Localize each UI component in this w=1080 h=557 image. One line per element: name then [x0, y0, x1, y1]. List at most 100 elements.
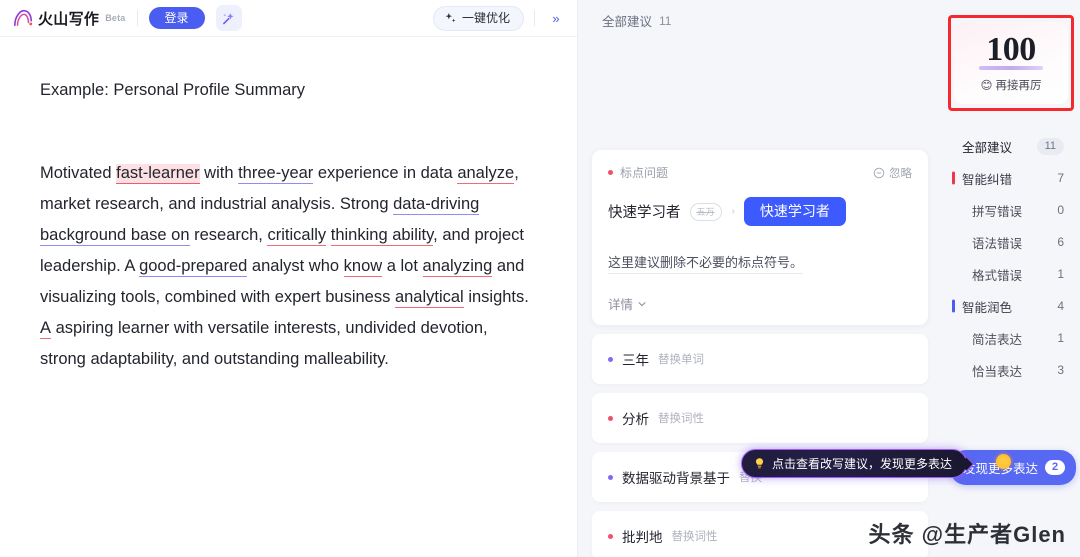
item-dot-icon: [608, 415, 613, 421]
row-label: 全部建议: [962, 140, 1013, 155]
beta-tag: Beta: [105, 13, 126, 23]
top-toolbar: 火山写作 Beta 登录 一键优化 »: [0, 0, 577, 37]
one-click-optimize-button[interactable]: 一键优化: [432, 5, 524, 31]
ignore-button[interactable]: 忽略: [873, 165, 912, 181]
row-label: 拼写错误: [972, 204, 1023, 219]
ignore-label: 忽略: [889, 167, 912, 180]
watermark-handle: @生产者Glen: [921, 522, 1066, 547]
card-details-toggle[interactable]: 详情: [608, 294, 912, 313]
sidebar-item-smart-correction[interactable]: 智能纠错 7: [942, 162, 1080, 194]
row-label: 简洁表达: [972, 332, 1023, 347]
item-kind: 替换词性: [658, 413, 704, 426]
row-count: 7: [1057, 171, 1064, 185]
card-header-row: 标点问题 忽略: [608, 164, 912, 181]
score-caption-row: 😊 再接再厉: [954, 77, 1068, 93]
suggestion-list[interactable]: 标点问题 忽略 快速学习者 五万 › 快速学习者 这里建议删除不必要的标点符号。…: [578, 40, 942, 557]
lightbulb-icon: [755, 458, 764, 469]
sidebar-item-grammar-errors[interactable]: 语法错误 6: [942, 226, 1080, 258]
mark-fast-learner[interactable]: fast-learner: [116, 164, 200, 184]
optimize-label: 一键优化: [461, 11, 510, 25]
mark-critically[interactable]: critically: [267, 226, 327, 246]
mark-thinking-ability[interactable]: thinking ability: [330, 226, 434, 246]
row-count: 1: [1057, 267, 1064, 281]
mark-analyzing[interactable]: analyzing: [422, 257, 493, 277]
editor-pane: 火山写作 Beta 登录 一键优化 » Example: Personal Pr…: [0, 0, 578, 557]
sidebar-item-format-errors[interactable]: 格式错误 1: [942, 258, 1080, 290]
category-list: 全部建议 11 智能纠错 7 拼写错误 0 语法错误 6 格式错误 1 智能润色…: [942, 130, 1080, 386]
mark-analyze[interactable]: analyze: [457, 164, 515, 184]
score-card-wrapper: 100 😊 再接再厉: [948, 15, 1074, 111]
brand-logo: 火山写作 Beta: [12, 8, 126, 29]
row-count-pill: 11: [1036, 137, 1064, 155]
text-run: with: [199, 164, 239, 182]
sparkle-icon: [445, 12, 456, 22]
item-dot-icon: [608, 533, 613, 539]
score-underline-decor: [979, 66, 1043, 70]
mark-know[interactable]: know: [343, 257, 383, 277]
toolbar-right-group: 一键优化 »: [432, 5, 567, 31]
row-label: 智能润色: [962, 300, 1013, 315]
suggestion-header-count: 11: [659, 13, 672, 28]
tooltip-text: 点击查看改写建议，发现更多表达: [772, 457, 953, 471]
document-editor[interactable]: Example: Personal Profile Summary Motiva…: [0, 37, 577, 375]
arrow-right-icon: ›: [731, 206, 735, 218]
toolbar-divider: [136, 10, 138, 26]
text-run: experience in data: [313, 164, 458, 182]
text-run: Motivated: [40, 164, 117, 182]
row-label: 恰当表达: [972, 364, 1023, 379]
mark-analytical[interactable]: analytical: [394, 288, 464, 308]
item-word: 三年: [622, 353, 649, 369]
score-card[interactable]: 100 😊 再接再厉: [954, 22, 1068, 104]
mark-three-year[interactable]: three-year: [238, 164, 314, 184]
rewrite-hint-tooltip: 点击查看改写建议，发现更多表达: [741, 449, 968, 478]
cursor-highlight-dot: [996, 454, 1011, 469]
item-word: 数据驱动背景基于: [622, 471, 730, 487]
apply-replacement-button[interactable]: 快速学习者: [743, 197, 846, 227]
collapse-panel-button[interactable]: »: [545, 7, 567, 29]
row-label: 语法错误: [972, 236, 1023, 251]
discover-badge: 2: [1045, 460, 1066, 475]
row-label: 格式错误: [972, 268, 1023, 283]
circle-minus-icon: [873, 167, 885, 178]
score-value: 100: [986, 31, 1036, 68]
text-run: aspiring learner with versatile interest…: [40, 319, 488, 368]
watermark: 头条 @生产者Glen: [869, 517, 1067, 549]
mark-article-a[interactable]: A: [40, 319, 52, 339]
item-word: 分析: [622, 412, 649, 428]
row-count: 4: [1057, 299, 1064, 313]
strikethrough-pill: 五万: [689, 202, 722, 221]
text-run: insights.: [463, 288, 529, 306]
login-button[interactable]: 登录: [148, 7, 205, 29]
magic-wand-glyph: [223, 12, 234, 24]
list-item[interactable]: 分析 替换词性: [592, 393, 928, 444]
details-label: 详情: [608, 298, 634, 313]
list-item[interactable]: 三年 替换单词: [592, 334, 928, 385]
sidebar-item-spelling-errors[interactable]: 拼写错误 0: [942, 194, 1080, 226]
sidebar-item-appropriate-expression[interactable]: 恰当表达 3: [942, 354, 1080, 386]
item-kind: 替换词性: [671, 531, 718, 544]
sidebar-item-concise-expression[interactable]: 简洁表达 1: [942, 322, 1080, 354]
row-label: 智能纠错: [962, 172, 1013, 187]
category-dot-icon: [608, 170, 613, 175]
sidebar-item-smart-polish[interactable]: 智能润色 4: [942, 290, 1080, 322]
item-kind: 替换单词: [658, 354, 704, 367]
item-dot-icon: [608, 474, 613, 480]
document-paragraph: Motivated fast-learner with three-year e…: [40, 158, 537, 375]
brand-name: 火山写作: [38, 10, 100, 28]
row-count: 6: [1057, 235, 1064, 249]
chevron-down-icon: [638, 302, 646, 307]
active-suggestion-card[interactable]: 标点问题 忽略 快速学习者 五万 › 快速学习者 这里建议删除不必要的标点符号。…: [592, 150, 928, 326]
card-replacement-row: 快速学习者 五万 › 快速学习者: [608, 197, 912, 227]
score-caption: 再接再厉: [995, 80, 1042, 92]
text-run: research,: [189, 226, 268, 244]
app-root: 火山写作 Beta 登录 一键优化 » Example: Personal Pr…: [0, 0, 1080, 557]
original-text: 快速学习者: [608, 205, 681, 222]
watermark-logo: 头条: [868, 522, 915, 547]
text-run: a lot: [382, 257, 423, 275]
magic-wand-icon[interactable]: [215, 5, 242, 31]
row-count: 1: [1057, 331, 1064, 345]
mark-good-prepared[interactable]: good-prepared: [139, 257, 248, 277]
sidebar-item-all-suggestions[interactable]: 全部建议 11: [942, 130, 1080, 162]
score-emoji-icon: 😊: [980, 80, 993, 92]
card-description: 这里建议删除不必要的标点符号。: [608, 252, 804, 275]
